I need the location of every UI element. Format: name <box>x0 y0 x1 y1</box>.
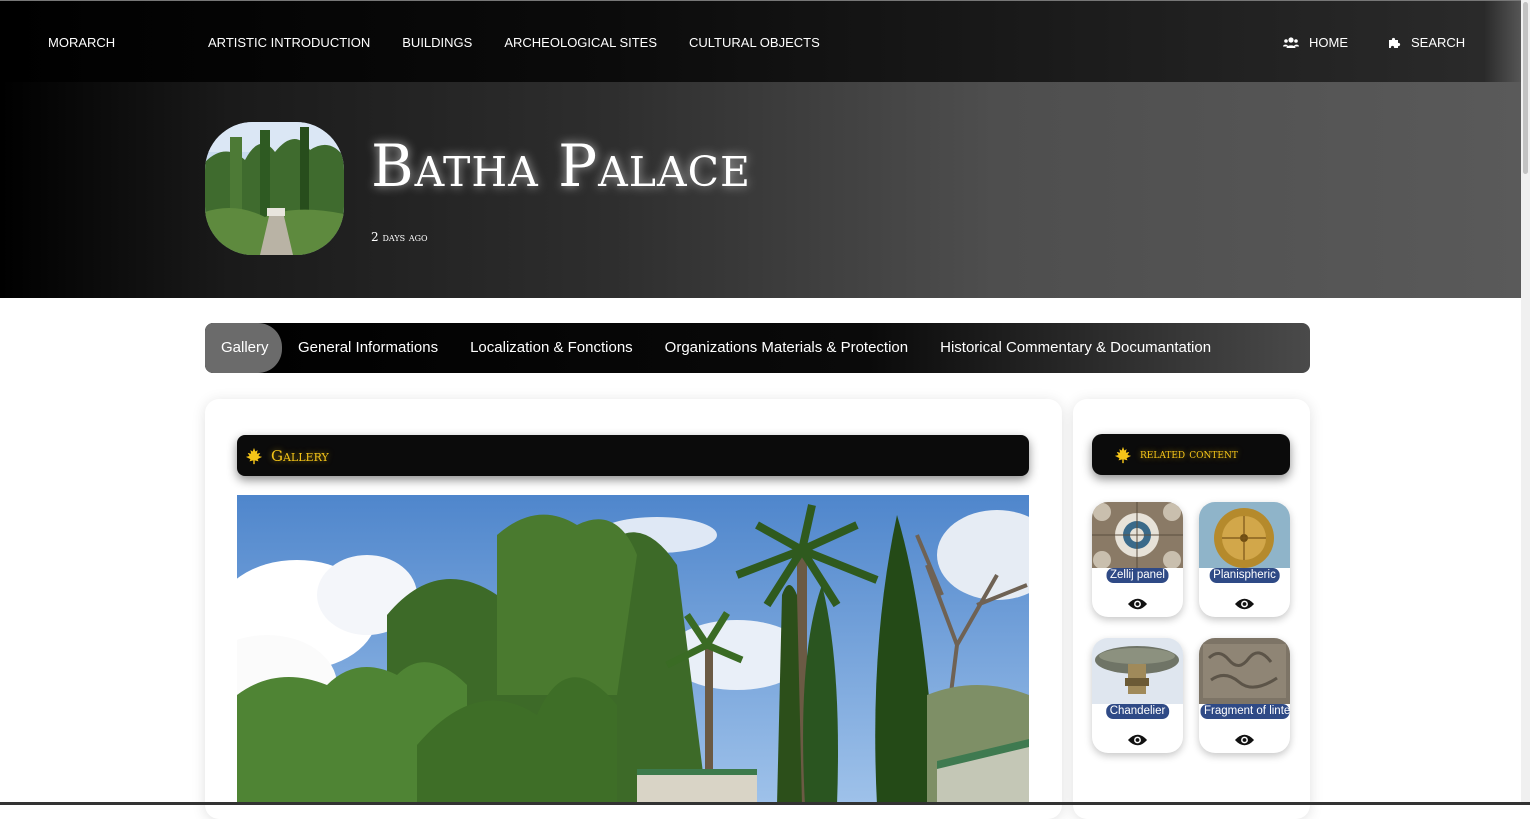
eye-icon[interactable] <box>1234 733 1255 747</box>
maple-leaf-icon <box>245 447 263 464</box>
tab-organizations-materials-protection[interactable]: Organizations Materials & Protection <box>649 323 924 373</box>
related-section-header: related content <box>1092 434 1290 475</box>
hero-thumbnail-image <box>205 122 344 255</box>
related-item-thumbnail <box>1092 502 1183 568</box>
puzzle-icon <box>1389 37 1401 48</box>
users-icon <box>1283 36 1299 48</box>
main-nav-links: ARTISTIC INTRODUCTION BUILDINGS ARCHEOLO… <box>208 35 852 50</box>
brand-logo-text[interactable]: MORARCH <box>48 35 115 50</box>
nav-link-cultural-objects[interactable]: CULTURAL OBJECTS <box>689 35 820 50</box>
related-section-title: related content <box>1140 447 1238 462</box>
nav-search-label: SEARCH <box>1411 35 1466 50</box>
vertical-scrollbar-thumb[interactable] <box>1523 2 1528 174</box>
tab-localization-fonctions[interactable]: Localization & Fonctions <box>454 323 649 373</box>
related-item-fragment-of-lintel[interactable]: Fragment of linte <box>1199 638 1290 753</box>
related-item-label: Zellij panel <box>1106 568 1169 583</box>
related-item-planispheric[interactable]: Planispheric <box>1199 502 1290 617</box>
maple-leaf-icon <box>1114 446 1132 463</box>
related-item-thumbnail <box>1199 502 1290 568</box>
gallery-main-photo[interactable] <box>237 495 1029 805</box>
nav-search-link[interactable]: SEARCH <box>1388 35 1465 50</box>
content-tabs: Gallery General Informations Localizatio… <box>205 323 1310 373</box>
related-item-chandelier[interactable]: Chandelier <box>1092 638 1183 753</box>
post-date: 2 days ago <box>371 230 428 244</box>
related-item-label: Fragment of linte <box>1200 704 1289 719</box>
nav-link-artistic-introduction[interactable]: ARTISTIC INTRODUCTION <box>208 35 370 50</box>
top-navbar: MORARCH ARTISTIC INTRODUCTION BUILDINGS … <box>0 0 1530 82</box>
hero-banner: Batha Palace 2 days ago <box>0 82 1530 298</box>
related-item-label: Planispheric <box>1209 568 1280 583</box>
eye-icon[interactable] <box>1127 733 1148 747</box>
tab-gallery[interactable]: Gallery <box>205 323 282 373</box>
related-item-thumbnail <box>1092 638 1183 704</box>
nav-link-buildings[interactable]: BUILDINGS <box>402 35 472 50</box>
eye-icon[interactable] <box>1127 597 1148 611</box>
tab-historical-commentary[interactable]: Historical Commentary & Documantation <box>924 323 1227 373</box>
related-item-label: Chandelier <box>1105 704 1170 719</box>
gallery-section-header: Gallery <box>237 435 1029 476</box>
page-title: Batha Palace <box>371 132 751 200</box>
eye-icon[interactable] <box>1234 597 1255 611</box>
related-item-zellij-panel[interactable]: Zellij panel <box>1092 502 1183 617</box>
nav-link-archeological-sites[interactable]: ARCHEOLOGICAL SITES <box>504 35 657 50</box>
nav-home-link[interactable]: HOME <box>1283 35 1348 50</box>
related-item-thumbnail <box>1199 638 1290 704</box>
tab-general-informations[interactable]: General Informations <box>282 323 454 373</box>
nav-home-label: HOME <box>1309 35 1348 50</box>
gallery-section-title: Gallery <box>271 446 329 465</box>
